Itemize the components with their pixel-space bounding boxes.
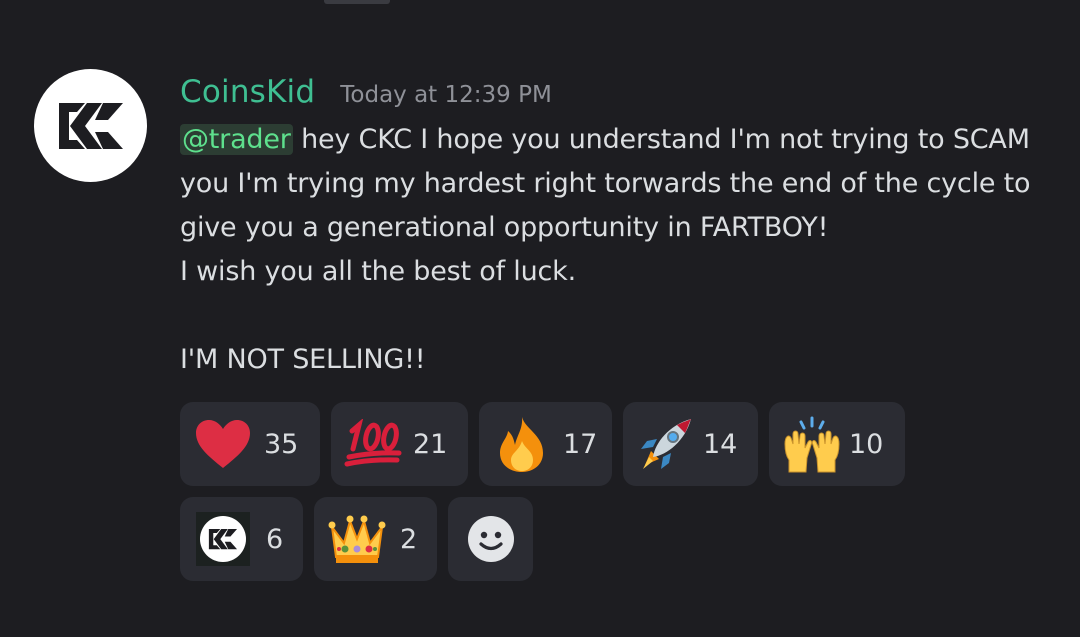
message-content: @trader hey CKC I hope you understand I'… — [180, 118, 1060, 382]
avatar[interactable] — [34, 69, 147, 182]
author-name[interactable]: CoinsKid — [180, 74, 315, 110]
message-line-1: @trader hey CKC I hope you understand I'… — [180, 118, 1060, 162]
message-text-1: hey CKC I hope you understand I'm not tr… — [292, 124, 1030, 155]
raising-hands-icon — [781, 413, 843, 475]
ckc-logo-icon — [192, 508, 254, 570]
message-line-5: I'M NOT SELLING!! — [180, 344, 426, 375]
reaction-ckc-logo[interactable]: 6 — [180, 497, 303, 581]
rocket-icon — [635, 413, 697, 475]
message-header: CoinsKid Today at 12:39 PM — [180, 74, 552, 110]
add-reaction-button[interactable] — [448, 497, 533, 581]
smiley-add-reaction-icon — [467, 515, 515, 563]
reaction-fire[interactable]: 17 — [479, 402, 612, 486]
reaction-count: 10 — [849, 428, 884, 460]
reaction-hundred-points[interactable]: 21 — [331, 402, 468, 486]
reaction-count: 21 — [413, 428, 448, 460]
red-heart-icon — [192, 413, 254, 475]
message-timestamp[interactable]: Today at 12:39 PM — [340, 82, 552, 108]
ckc-logo-icon — [58, 102, 123, 149]
message-line-4: I wish you all the best of luck. — [180, 256, 576, 287]
fire-icon — [491, 413, 553, 475]
reaction-raising-hands[interactable]: 10 — [769, 402, 905, 486]
reaction-count: 2 — [400, 523, 418, 555]
message-line-2: you I'm trying my hardest right torwards… — [180, 168, 1031, 199]
hundred-points-icon — [343, 413, 405, 475]
reaction-rocket[interactable]: 14 — [623, 402, 758, 486]
chat-message: CoinsKid Today at 12:39 PM @trader hey C… — [0, 0, 1080, 637]
reaction-count: 17 — [563, 428, 598, 460]
reaction-crown[interactable]: 2 — [314, 497, 437, 581]
crown-icon — [326, 508, 388, 570]
reaction-count: 35 — [264, 428, 299, 460]
user-mention[interactable]: @trader — [180, 124, 293, 155]
message-line-3: give you a generational opportunity in F… — [180, 212, 829, 243]
reaction-count: 6 — [266, 523, 284, 555]
reaction-count: 14 — [703, 428, 738, 460]
reaction-red-heart[interactable]: 35 — [180, 402, 320, 486]
